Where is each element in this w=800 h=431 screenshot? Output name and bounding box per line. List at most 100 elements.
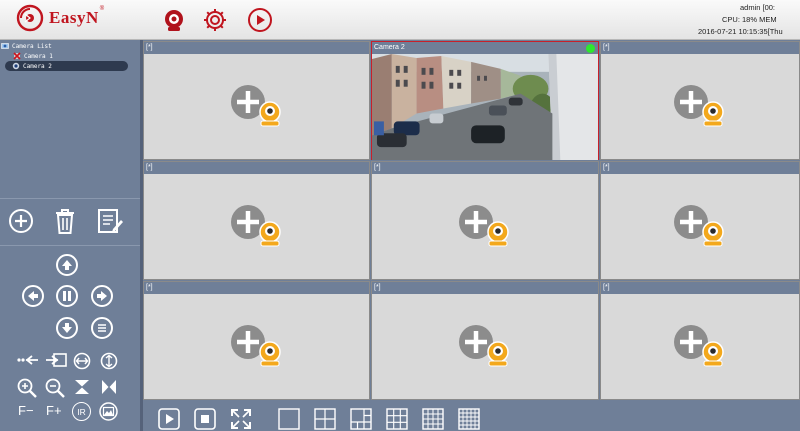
add-camera-icon[interactable] (229, 323, 285, 371)
video-cell-title: [*] (603, 164, 610, 171)
focus-minus-button[interactable]: F− (18, 403, 34, 418)
track-left-icon[interactable] (16, 352, 40, 368)
layout-6-icon[interactable] (350, 408, 372, 430)
edit-icon[interactable] (96, 207, 124, 235)
video-cell-title: Camera 2 (374, 44, 405, 51)
datetime-status: 2016-07-21 10:15:35[Thu (698, 27, 783, 36)
layout-4-icon[interactable] (314, 408, 336, 430)
flip-vertical-icon[interactable] (73, 378, 91, 396)
tree-item-label: Camera 2 (23, 62, 52, 70)
ir-label: IR (77, 406, 86, 417)
zoom-out-icon[interactable] (44, 378, 66, 398)
video-cell-header: [*] (601, 162, 799, 174)
video-cell-body (372, 174, 598, 279)
layout-16-icon[interactable] (422, 408, 444, 430)
tree-root-label: Camera List (12, 42, 52, 50)
logo-mark-icon (16, 4, 44, 32)
video-cell-title: [*] (374, 164, 381, 171)
horizontal-scan-icon[interactable] (73, 352, 91, 370)
zoom-in-icon[interactable] (16, 378, 38, 398)
add-camera-icon[interactable] (672, 323, 728, 371)
add-camera-icon[interactable] (672, 203, 728, 251)
ptz-preset-button[interactable] (91, 317, 113, 339)
video-cell-9[interactable]: [*] (600, 281, 800, 400)
add-camera-icon[interactable] (457, 203, 513, 251)
tree-item-camera-2[interactable]: Camera 2 (5, 61, 128, 71)
play-record-icon[interactable] (247, 7, 273, 33)
camera-settings-icon[interactable] (161, 7, 187, 33)
video-cell-title: [*] (603, 284, 610, 291)
divider (0, 245, 140, 246)
video-cell-body (601, 174, 799, 279)
add-icon[interactable] (8, 208, 34, 234)
tree-item-label: Camera 1 (24, 52, 53, 60)
mirror-horizontal-icon[interactable] (100, 378, 118, 396)
preset-list-icon (98, 324, 106, 332)
top-bar: EasyN ® admin [00: CPU: 18% MEM 2016-07-2… (0, 0, 800, 40)
video-cell-title: [*] (374, 284, 381, 291)
ptz-left-button[interactable] (22, 285, 44, 307)
video-cell-title: [*] (603, 44, 610, 51)
video-cell-header: [*] (372, 282, 598, 294)
video-cell-5[interactable]: [*] (371, 161, 599, 280)
video-cell-title: [*] (146, 284, 153, 291)
add-camera-icon[interactable] (457, 323, 513, 371)
play-icon[interactable] (158, 408, 180, 430)
tree-item-camera-1[interactable]: Camera 1 (13, 51, 53, 61)
ir-button[interactable]: IR (72, 402, 91, 421)
tree-root[interactable]: Camera List (1, 41, 52, 51)
video-cell-7[interactable]: [*] (143, 281, 370, 400)
video-cell-body (144, 174, 369, 279)
ptz-down-button[interactable] (56, 317, 78, 339)
cpu-status: CPU: 18% MEM (722, 15, 777, 24)
arrow-left-icon (28, 291, 38, 301)
live-video-feed[interactable] (372, 54, 598, 161)
arrow-down-icon (62, 323, 72, 333)
status-panel: admin [00: CPU: 18% MEM 2016-07-21 10:15… (690, 2, 800, 38)
pause-icon (63, 291, 71, 301)
video-cell-6[interactable]: [*] (600, 161, 800, 280)
video-cell-4[interactable]: [*] (143, 161, 370, 280)
add-camera-icon[interactable] (229, 83, 285, 131)
live-status-dot (586, 44, 595, 53)
video-cell-header: [*] (601, 42, 799, 54)
divider (0, 198, 140, 199)
video-cell-2[interactable]: Camera 2 (371, 41, 599, 161)
video-cell-title: [*] (146, 164, 153, 171)
video-cell-body (144, 54, 369, 159)
ptz-pause-button[interactable] (56, 285, 78, 307)
brand-name: EasyN (49, 8, 99, 27)
layout-1-icon[interactable] (278, 408, 300, 430)
gear-icon[interactable] (202, 7, 228, 33)
move-in-icon[interactable] (44, 352, 68, 368)
video-cell-3[interactable]: [*] (600, 41, 800, 160)
add-camera-icon[interactable] (672, 83, 728, 131)
vertical-scan-icon[interactable] (100, 352, 118, 370)
camera-online-icon (12, 62, 20, 70)
layout-25-icon[interactable] (458, 408, 480, 430)
add-camera-icon[interactable] (229, 203, 285, 251)
camera-offline-icon (13, 52, 21, 60)
video-cell-8[interactable]: [*] (371, 281, 599, 400)
ptz-up-button[interactable] (56, 254, 78, 276)
ptz-right-button[interactable] (91, 285, 113, 307)
video-cell-1[interactable]: [*] (143, 41, 370, 160)
arrow-up-icon (62, 260, 72, 270)
camera-tree: Camera List Camera 1 Camera 2 (0, 40, 140, 198)
video-cell-body (601, 54, 799, 159)
video-cell-body (601, 294, 799, 399)
video-cell-body (372, 294, 598, 399)
video-cell-header: [*] (372, 162, 598, 174)
trash-icon[interactable] (52, 207, 78, 235)
layout-9-icon[interactable] (386, 408, 408, 430)
brand-registered: ® (99, 6, 105, 12)
fullscreen-icon[interactable] (230, 408, 252, 430)
logo: EasyN ® (16, 4, 104, 32)
image-settings-icon[interactable] (99, 402, 118, 421)
focus-plus-button[interactable]: F+ (46, 403, 62, 418)
video-cell-header: [*] (144, 42, 369, 54)
stop-icon[interactable] (194, 408, 216, 430)
video-cell-body (144, 294, 369, 399)
arrow-right-icon (97, 291, 107, 301)
video-cell-header: Camera 2 (372, 42, 598, 54)
